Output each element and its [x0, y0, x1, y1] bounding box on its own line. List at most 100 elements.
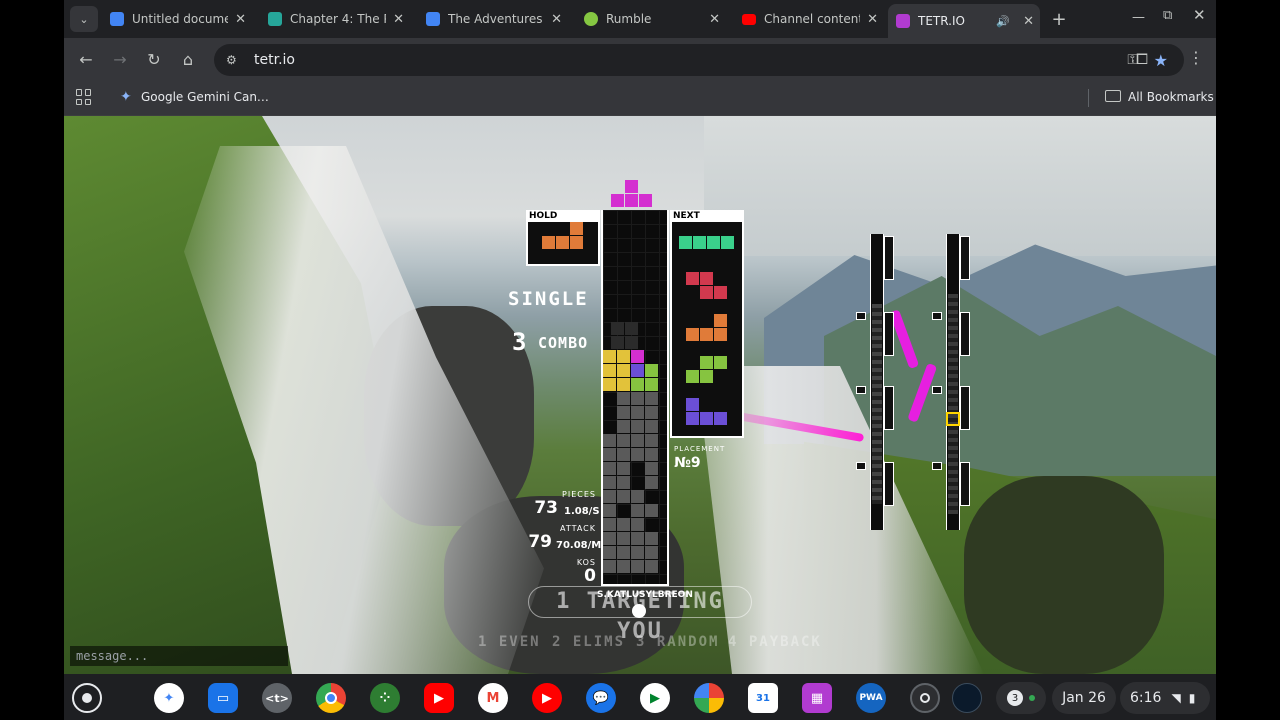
- close-icon[interactable]: ✕: [551, 12, 562, 27]
- tab-label: TETR.IO: [918, 14, 965, 28]
- strategy-payback[interactable]: 4 PAYBACK: [728, 634, 822, 650]
- docs-icon: [110, 12, 124, 26]
- close-icon[interactable]: ✕: [235, 12, 246, 27]
- apps-icon[interactable]: [76, 89, 92, 105]
- date-pill[interactable]: Jan 26: [1052, 682, 1116, 714]
- home-icon[interactable]: ⌂: [178, 50, 198, 69]
- target-cursor-icon: [632, 604, 646, 618]
- notification-count: 3: [1007, 690, 1023, 706]
- game-viewport[interactable]: HOLD SINGLE 3 COMBO NEXT PLACEMENT №9 PI…: [64, 116, 1216, 674]
- opponent-next-queue: [960, 236, 970, 280]
- chrome-app-icon[interactable]: [316, 683, 346, 713]
- tab-rumble[interactable]: Rumble ✕: [576, 6, 726, 32]
- garbage-block: [603, 532, 616, 545]
- gmail-app-icon[interactable]: M: [478, 683, 508, 713]
- next-piece-block: [686, 272, 699, 285]
- tab-tetrio[interactable]: TETR.IO 🔊 ✕: [888, 4, 1040, 38]
- tetrio-app-icon[interactable]: ▦: [802, 683, 832, 713]
- new-tab-button[interactable]: +: [1048, 6, 1070, 32]
- close-icon[interactable]: ✕: [867, 12, 878, 27]
- tab-channel-content[interactable]: Channel content ✕: [734, 6, 884, 32]
- bookmark-star-icon[interactable]: ★: [1154, 51, 1168, 70]
- garbage-block: [617, 532, 630, 545]
- background-rock: [964, 476, 1164, 674]
- attack-rate: 70.08/M: [556, 540, 602, 551]
- kos-value: 0: [584, 566, 596, 586]
- tab-search-button[interactable]: ⌄: [70, 6, 98, 32]
- board-block: [611, 336, 624, 349]
- next-piece-block: [693, 236, 706, 249]
- messages-app-icon[interactable]: 💬: [586, 683, 616, 713]
- board-block: [645, 378, 658, 391]
- menu-icon[interactable]: ⋮: [1188, 48, 1204, 67]
- board-block: [603, 378, 616, 391]
- wifi-icon: ◥: [1171, 691, 1181, 705]
- board-block: [625, 322, 638, 335]
- close-icon[interactable]: ✕: [1023, 14, 1034, 29]
- next-piece-block: [714, 412, 727, 425]
- toolbar: ← → ↻ ⌂ ⚙ tetr.io ⚿ ★ ⧠ ⋮: [64, 38, 1216, 82]
- meet-app-icon[interactable]: ▶: [640, 683, 670, 713]
- garbage-block: [617, 490, 630, 503]
- gemini-app-icon[interactable]: ✦: [154, 683, 184, 713]
- target-crosshair-icon: [946, 412, 960, 426]
- calendar-app-icon[interactable]: 31: [748, 683, 778, 713]
- speaker-icon[interactable]: 🔊: [996, 15, 1010, 28]
- youtube-music-app-icon[interactable]: ▶: [532, 683, 562, 713]
- strategy-elims[interactable]: 2 ELIMS: [552, 634, 625, 650]
- youtube-app-icon[interactable]: ▶: [424, 683, 454, 713]
- minimize-icon[interactable]: —: [1132, 10, 1145, 25]
- board-block: [631, 364, 644, 377]
- next-piece-block: [707, 236, 720, 249]
- pwa-app-icon[interactable]: PWA: [856, 683, 886, 713]
- site-info-icon[interactable]: ⚙: [226, 53, 244, 67]
- player-name: S.KATLUSYLBREON: [597, 590, 693, 600]
- status-area[interactable]: 6:16 ◥ ▮: [1120, 682, 1210, 714]
- garbage-block: [631, 448, 644, 461]
- bookmark-gemini[interactable]: Google Gemini Can…: [141, 90, 269, 104]
- board-block: [631, 350, 644, 363]
- text-app-icon[interactable]: <t>: [262, 683, 292, 713]
- board-block: [603, 350, 616, 363]
- close-window-icon[interactable]: ✕: [1193, 6, 1206, 24]
- classroom-app-icon[interactable]: ⁘: [370, 683, 400, 713]
- strategy-random[interactable]: 3 RANDOM: [636, 634, 719, 650]
- opponent-board: [870, 234, 884, 530]
- address-bar[interactable]: ⚙ tetr.io ⚿ ★: [214, 44, 1184, 76]
- opponent-board: [946, 234, 960, 530]
- opponent-hold: [856, 386, 866, 394]
- board-block: [617, 378, 630, 391]
- falling-piece-block: [639, 194, 652, 207]
- next-piece-block: [714, 314, 727, 327]
- files-app-icon[interactable]: ▭: [208, 683, 238, 713]
- back-icon[interactable]: ←: [76, 50, 96, 69]
- garbage-block: [645, 406, 658, 419]
- strategy-even[interactable]: 1 EVEN: [478, 634, 541, 650]
- garbage-block: [617, 560, 630, 573]
- reload-icon[interactable]: ↻: [144, 50, 164, 69]
- next-piece-block: [714, 328, 727, 341]
- restore-icon[interactable]: ⧉: [1163, 8, 1172, 23]
- board-block: [617, 364, 630, 377]
- tab-label: Chapter 4: The Ph: [290, 12, 386, 26]
- close-icon[interactable]: ✕: [709, 12, 720, 27]
- board-block: [625, 336, 638, 349]
- garbage-block: [603, 546, 616, 559]
- tab-untitled-document[interactable]: Untitled documen ✕: [102, 6, 252, 32]
- tab-chapter-4[interactable]: Chapter 4: The Ph ✕: [260, 6, 410, 32]
- tab-the-adventures[interactable]: The Adventures in ✕: [418, 6, 568, 32]
- notification-pill[interactable]: 3: [996, 682, 1046, 714]
- close-icon[interactable]: ✕: [393, 12, 404, 27]
- launcher-icon[interactable]: [72, 683, 102, 713]
- next-queue: [670, 210, 744, 438]
- chat-input[interactable]: message...: [70, 646, 288, 666]
- photos-app-icon[interactable]: [694, 683, 724, 713]
- forward-icon[interactable]: →: [110, 50, 130, 69]
- combo-number: 3: [512, 328, 529, 356]
- extensions-icon[interactable]: ⧠: [1136, 50, 1148, 68]
- garbage-block: [631, 546, 644, 559]
- avatar[interactable]: [952, 683, 982, 713]
- screen-record-icon[interactable]: [910, 683, 940, 713]
- garbage-block: [631, 434, 644, 447]
- all-bookmarks[interactable]: All Bookmarks: [1128, 90, 1214, 104]
